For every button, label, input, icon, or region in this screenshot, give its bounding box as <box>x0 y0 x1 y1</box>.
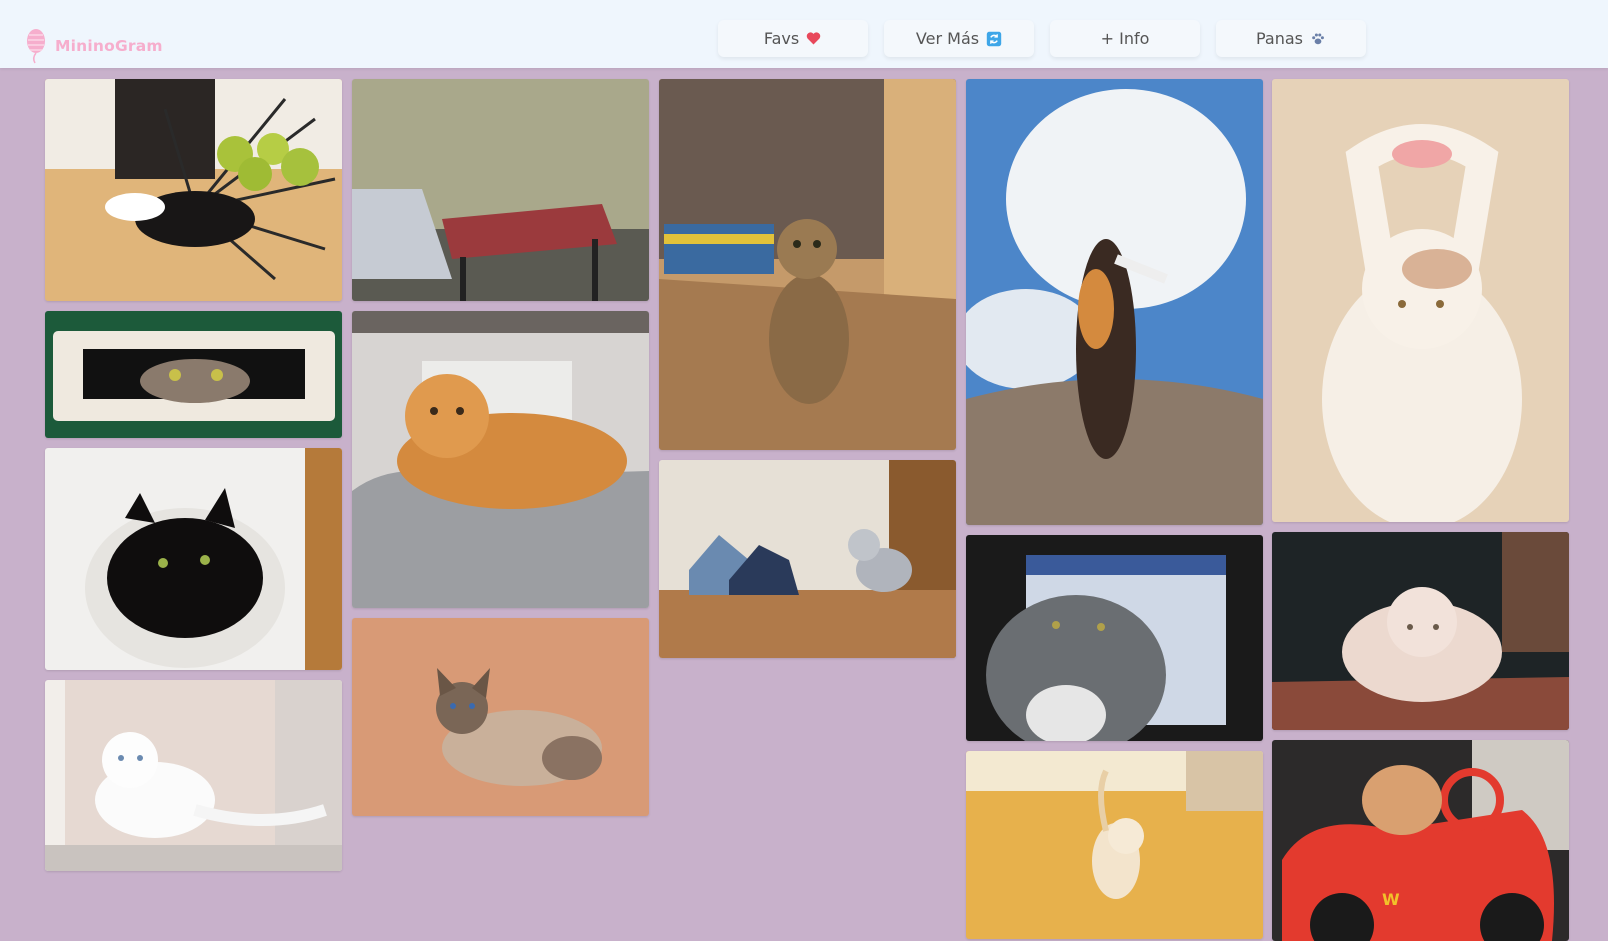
cat-photo-white-rug <box>1272 532 1569 730</box>
nav-ver-mas-button[interactable]: Ver Más <box>884 20 1034 57</box>
gallery-photo[interactable] <box>1272 79 1569 522</box>
gallery-photo[interactable] <box>1272 532 1569 730</box>
top-bar: MininoGram Favs Ver Más + Info Panas <box>0 0 1608 68</box>
gallery-photo[interactable] <box>966 79 1263 525</box>
cat-photo-black-blanket <box>45 448 342 670</box>
nav-info-button[interactable]: + Info <box>1050 20 1200 57</box>
cat-photo-sphynx-peach <box>352 618 649 816</box>
heart-icon <box>805 30 822 47</box>
cat-photo-orange-sofa <box>352 311 649 608</box>
cat-photo-tabby-monitor <box>966 535 1263 741</box>
cat-photo-tabby-kitchen <box>659 79 956 450</box>
gallery-photo[interactable] <box>45 680 342 871</box>
gallery-photo[interactable]: W <box>1272 740 1569 941</box>
paw-icon <box>1309 30 1326 47</box>
cat-photo-mail-slot <box>45 311 342 438</box>
gallery-photo[interactable] <box>659 460 956 658</box>
gallery-photo[interactable] <box>966 751 1263 939</box>
yarn-ball-icon <box>27 29 45 64</box>
cat-photo-white-stretch <box>1272 79 1569 522</box>
gallery-photo[interactable] <box>45 448 342 670</box>
cat-photo-toy-car: W <box>1272 740 1569 941</box>
cat-photo-red-stool <box>352 79 649 301</box>
gallery-photo[interactable] <box>45 311 342 438</box>
cat-photo-kitten-floor <box>966 751 1263 939</box>
nav-panas-label: Panas <box>1255 29 1303 48</box>
gallery-photo[interactable] <box>352 79 649 301</box>
gallery-photo[interactable] <box>966 535 1263 741</box>
brand-logo[interactable]: MininoGram <box>25 27 163 67</box>
nav-favs-button[interactable]: Favs <box>718 20 868 57</box>
svg-text:W: W <box>1382 890 1400 909</box>
gallery-photo[interactable] <box>352 311 649 608</box>
gallery-photo[interactable] <box>45 79 342 301</box>
nav-panas-button[interactable]: Panas <box>1216 20 1366 57</box>
gallery-photo[interactable] <box>659 79 956 450</box>
nav-info-label: + Info <box>1100 29 1150 48</box>
cat-photo-calico-sky <box>966 79 1263 525</box>
gallery-photo[interactable] <box>352 618 649 816</box>
cat-photo-shoelace-kitten <box>659 460 956 658</box>
nav-ver-mas-label: Ver Más <box>915 29 980 48</box>
brand-name: MininoGram <box>55 37 163 55</box>
refresh-icon <box>985 30 1002 47</box>
cat-photo-white-kitten-window <box>45 680 342 871</box>
nav-favs-label: Favs <box>763 29 800 48</box>
cat-photo-tuxedo-fruit-bowl <box>45 79 342 301</box>
